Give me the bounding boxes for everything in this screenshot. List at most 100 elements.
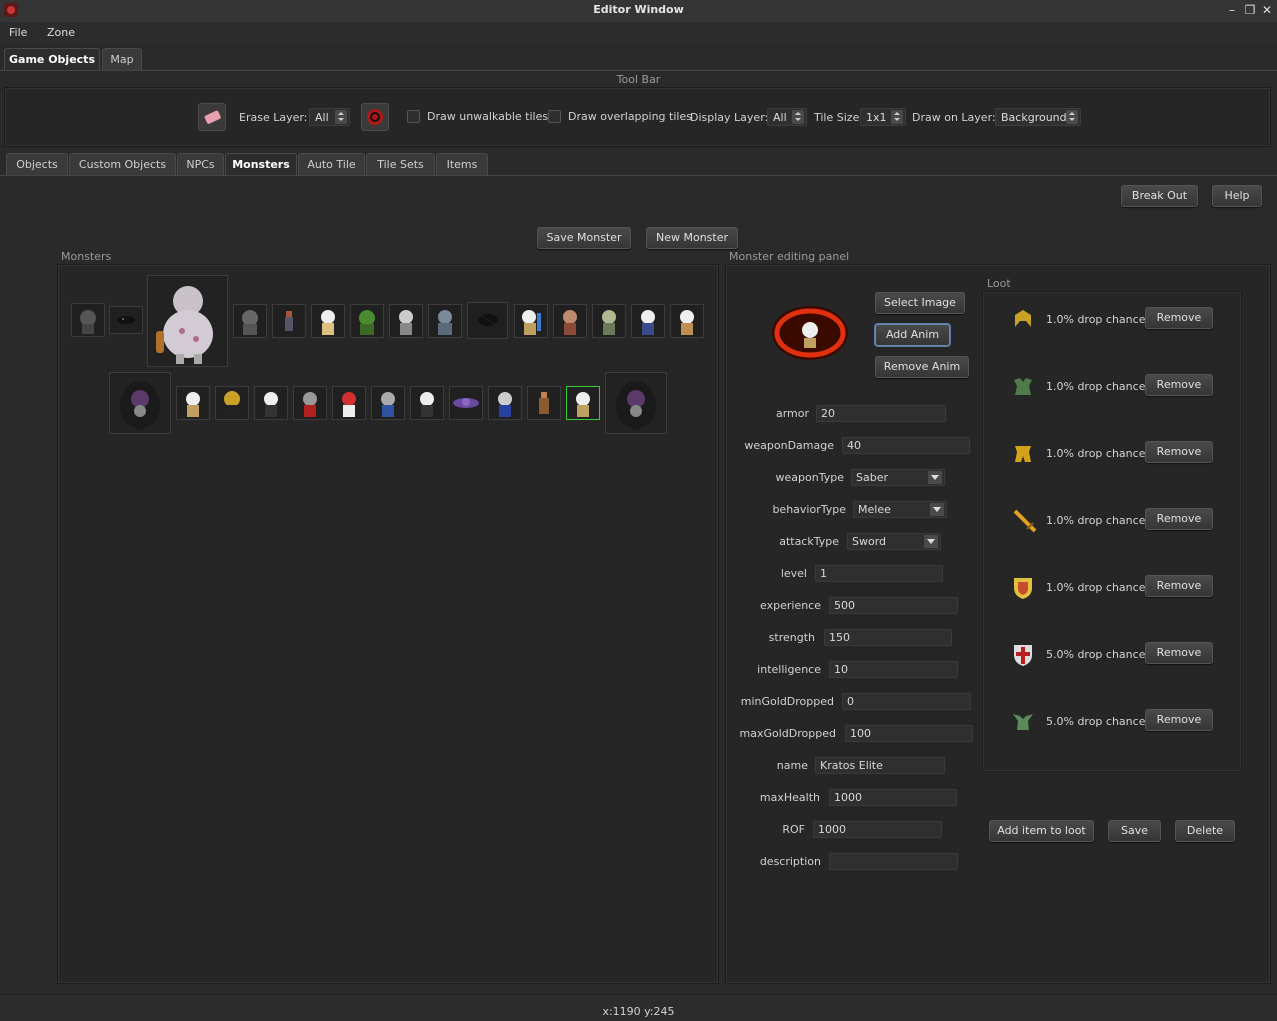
strength-label: strength bbox=[768, 631, 815, 644]
monster-sprite-4[interactable] bbox=[233, 304, 267, 338]
monster-sprite-23[interactable] bbox=[410, 386, 444, 420]
maximize-icon[interactable]: ❐ bbox=[1242, 2, 1258, 18]
monster-sprite-6[interactable] bbox=[311, 304, 345, 338]
weapon-damage-field[interactable]: 40 bbox=[842, 437, 970, 454]
fill-tool-button[interactable] bbox=[361, 103, 389, 131]
tab-custom-objects[interactable]: Custom Objects bbox=[69, 153, 176, 175]
loot-remove-button-6[interactable]: Remove bbox=[1145, 642, 1213, 664]
name-field[interactable]: Kratos Elite bbox=[815, 757, 945, 774]
draw-on-layer-label: Draw on Layer: bbox=[912, 111, 996, 124]
monster-sprite-5[interactable] bbox=[272, 304, 306, 338]
monster-sprite-12[interactable] bbox=[553, 304, 587, 338]
display-layer-value: All bbox=[773, 111, 787, 124]
menu-file[interactable]: File bbox=[9, 26, 27, 39]
crest-shield-icon bbox=[1011, 575, 1035, 601]
tab-npcs[interactable]: NPCs bbox=[177, 153, 224, 175]
help-button[interactable]: Help bbox=[1212, 185, 1262, 207]
monster-sprite-19[interactable] bbox=[254, 386, 288, 420]
tile-size-spinner[interactable]: 1x1 bbox=[860, 108, 906, 126]
tab-objects[interactable]: Objects bbox=[6, 153, 68, 175]
add-item-to-loot-button[interactable]: Add item to loot bbox=[989, 820, 1094, 842]
loot-chance-6: 5.0% drop chance bbox=[1046, 648, 1146, 661]
attack-type-label: attackType bbox=[779, 535, 839, 548]
display-layer-spinner[interactable]: All bbox=[767, 108, 807, 126]
max-health-field[interactable]: 1000 bbox=[829, 789, 957, 806]
monster-sprite-11[interactable] bbox=[514, 304, 548, 338]
monster-sprite-22[interactable] bbox=[371, 386, 405, 420]
monster-sprite-reaper-1[interactable] bbox=[109, 372, 171, 434]
rof-field[interactable]: 1000 bbox=[813, 821, 942, 838]
loot-save-button[interactable]: Save bbox=[1108, 820, 1161, 842]
loot-delete-button[interactable]: Delete bbox=[1175, 820, 1235, 842]
min-gold-field[interactable]: 0 bbox=[842, 693, 971, 710]
loot-title: Loot bbox=[987, 277, 1011, 290]
tab-monsters[interactable]: Monsters bbox=[225, 153, 297, 175]
monster-sprite-10[interactable] bbox=[467, 302, 508, 339]
monster-sprite-1[interactable] bbox=[71, 303, 105, 337]
monster-sprite-20[interactable] bbox=[293, 386, 327, 420]
window-title: Editor Window bbox=[593, 3, 684, 16]
attack-type-dropdown[interactable]: Sword bbox=[847, 533, 941, 550]
monsters-title: Monsters bbox=[61, 250, 112, 263]
break-out-button[interactable]: Break Out bbox=[1121, 185, 1198, 207]
weapon-type-dropdown[interactable]: Saber bbox=[851, 469, 945, 486]
monster-sprite-selected[interactable] bbox=[566, 386, 600, 420]
title-bar: Editor Window – ❐ ✕ bbox=[0, 0, 1277, 22]
intelligence-field[interactable]: 10 bbox=[829, 661, 958, 678]
tab-map[interactable]: Map bbox=[102, 48, 142, 70]
loot-remove-button-4[interactable]: Remove bbox=[1145, 508, 1213, 530]
draw-on-layer-spinner[interactable]: Background bbox=[995, 108, 1081, 126]
minimize-icon[interactable]: – bbox=[1224, 2, 1240, 18]
level-field[interactable]: 1 bbox=[815, 565, 943, 582]
add-anim-button[interactable]: Add Anim bbox=[875, 324, 950, 346]
intelligence-label: intelligence bbox=[757, 663, 821, 676]
monster-sprite-17[interactable] bbox=[176, 386, 210, 420]
tab-divider bbox=[0, 70, 1277, 71]
remove-anim-button[interactable]: Remove Anim bbox=[875, 356, 969, 378]
monster-sprite-13[interactable] bbox=[592, 304, 626, 338]
close-icon[interactable]: ✕ bbox=[1259, 2, 1275, 18]
strength-field[interactable]: 150 bbox=[824, 629, 952, 646]
draw-unwalkable-checkbox[interactable] bbox=[407, 110, 420, 123]
loot-remove-button-1[interactable]: Remove bbox=[1145, 307, 1213, 329]
monster-sprite-18[interactable] bbox=[215, 386, 249, 420]
new-monster-button[interactable]: New Monster bbox=[646, 227, 738, 249]
erase-layer-spinner[interactable]: All bbox=[309, 108, 350, 126]
no-entry-icon bbox=[367, 109, 383, 125]
monster-sprite-15[interactable] bbox=[670, 304, 704, 338]
monster-sprite-ogre[interactable] bbox=[147, 275, 228, 367]
description-field[interactable] bbox=[829, 853, 958, 870]
monster-sprite-21[interactable] bbox=[332, 386, 366, 420]
max-gold-field[interactable]: 100 bbox=[845, 725, 973, 742]
loot-remove-button-2[interactable]: Remove bbox=[1145, 374, 1213, 396]
tab-auto-tile[interactable]: Auto Tile bbox=[298, 153, 365, 175]
armor-field[interactable]: 20 bbox=[816, 405, 946, 422]
monster-sprite-2[interactable] bbox=[109, 306, 143, 334]
armor-label: armor bbox=[775, 407, 809, 420]
monster-sprite-8[interactable] bbox=[389, 304, 423, 338]
monster-sprite-26[interactable] bbox=[527, 386, 561, 420]
loot-remove-button-3[interactable]: Remove bbox=[1145, 441, 1213, 463]
tab-game-objects[interactable]: Game Objects bbox=[4, 48, 100, 70]
eraser-button[interactable] bbox=[198, 103, 226, 131]
monster-sprite-bat[interactable] bbox=[449, 386, 483, 420]
monster-sprite-14[interactable] bbox=[631, 304, 665, 338]
loot-chance-3: 1.0% drop chance bbox=[1046, 447, 1146, 460]
behavior-type-dropdown[interactable]: Melee bbox=[853, 501, 947, 518]
erase-layer-value: All bbox=[315, 111, 329, 124]
monster-sprite-reaper-2[interactable] bbox=[605, 372, 667, 434]
loot-remove-button-7[interactable]: Remove bbox=[1145, 709, 1213, 731]
tab-items[interactable]: Items bbox=[436, 153, 488, 175]
description-label: description bbox=[759, 855, 821, 868]
save-monster-button[interactable]: Save Monster bbox=[537, 227, 631, 249]
monster-sprite-7[interactable] bbox=[350, 304, 384, 338]
loot-remove-button-5[interactable]: Remove bbox=[1145, 575, 1213, 597]
draw-overlapping-checkbox[interactable] bbox=[548, 110, 561, 123]
monster-sprite-9[interactable] bbox=[428, 304, 462, 338]
tab-tile-sets[interactable]: Tile Sets bbox=[366, 153, 435, 175]
monster-sprite-25[interactable] bbox=[488, 386, 522, 420]
menu-zone[interactable]: Zone bbox=[47, 26, 75, 39]
experience-field[interactable]: 500 bbox=[829, 597, 958, 614]
select-image-button[interactable]: Select Image bbox=[875, 292, 965, 314]
name-label: name bbox=[776, 759, 808, 772]
